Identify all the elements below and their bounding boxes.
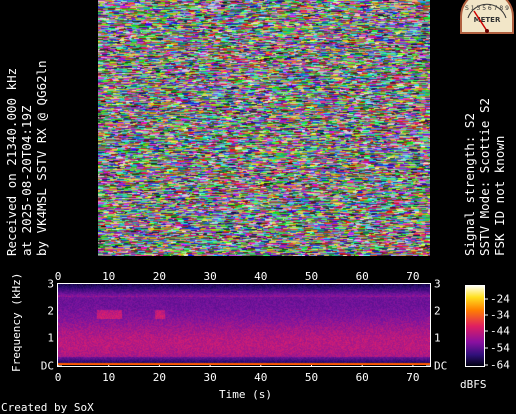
y-tick-label-left: 1 — [47, 331, 54, 345]
x-tick-label-bottom: 30 — [203, 371, 217, 384]
x-tick-label-bottom: 0 — [54, 371, 62, 384]
x-tick-label-bottom: 40 — [254, 371, 268, 384]
colorbar-tick-label: -44 — [490, 324, 510, 338]
x-tick-label-bottom: 60 — [355, 371, 369, 384]
x-tick-label-top: 20 — [152, 270, 167, 283]
x-tick-label-bottom: 20 — [152, 371, 167, 384]
colorbar-tick-label: -24 — [490, 292, 510, 306]
x-tick-label-top: 50 — [304, 270, 319, 283]
x-tick-label-top: 10 — [102, 270, 116, 283]
colorbar-unit-label: dBFS — [460, 378, 487, 391]
x-axis-title: Time (s) — [219, 388, 272, 401]
y-tick-label-right: 3 — [434, 277, 441, 291]
colorbar-tick-label: -54 — [490, 341, 510, 355]
y-axis-title: Frequency (kHz) — [10, 272, 23, 372]
x-tick-label-bottom: 50 — [304, 371, 319, 384]
x-tick-label-top: 60 — [355, 270, 369, 283]
x-tick-label-top: 30 — [203, 270, 217, 283]
colorbar — [466, 286, 484, 366]
colorbar-tick-label: -34 — [490, 308, 510, 322]
x-tick-label-bottom: 10 — [102, 371, 116, 384]
x-tick-label-bottom: 70 — [406, 371, 420, 384]
y-tick-label-right: 1 — [434, 331, 441, 345]
y-tick-label-left: DC — [40, 359, 54, 373]
footer-credit: Created by SoX — [1, 401, 94, 414]
spectrogram-plot — [58, 284, 430, 365]
colorbar-tick-label: -64 — [490, 358, 510, 372]
y-tick-label-left: 2 — [47, 304, 54, 318]
x-tick-label-top: 0 — [54, 270, 62, 283]
y-tick-label-right: DC — [434, 359, 448, 373]
y-tick-label-right: 2 — [434, 304, 441, 318]
x-tick-label-top: 70 — [406, 270, 420, 283]
y-tick-label-left: 3 — [47, 277, 54, 291]
x-tick-label-top: 40 — [254, 270, 268, 283]
